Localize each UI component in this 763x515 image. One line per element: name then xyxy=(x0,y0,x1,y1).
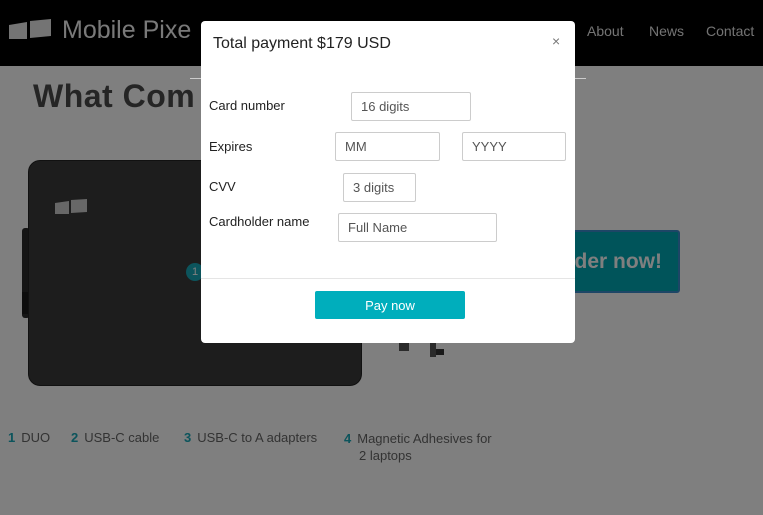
expiry-month-input[interactable] xyxy=(335,132,440,161)
payment-modal: Total payment $179 USD × Card number Exp… xyxy=(201,21,575,343)
cvv-input[interactable] xyxy=(343,173,416,202)
cvv-label: CVV xyxy=(209,179,236,194)
cardholder-name-input[interactable] xyxy=(338,213,497,242)
expires-label: Expires xyxy=(209,139,253,154)
modal-footer-divider xyxy=(201,278,575,279)
pay-now-button[interactable]: Pay now xyxy=(315,291,465,319)
expiry-year-input[interactable] xyxy=(462,132,566,161)
close-icon[interactable]: × xyxy=(552,33,560,49)
modal-title: Total payment $179 USD xyxy=(213,35,391,52)
cardholder-name-label: Cardholder name xyxy=(209,214,310,229)
card-number-input[interactable] xyxy=(351,92,471,121)
card-number-label: Card number xyxy=(209,98,285,113)
